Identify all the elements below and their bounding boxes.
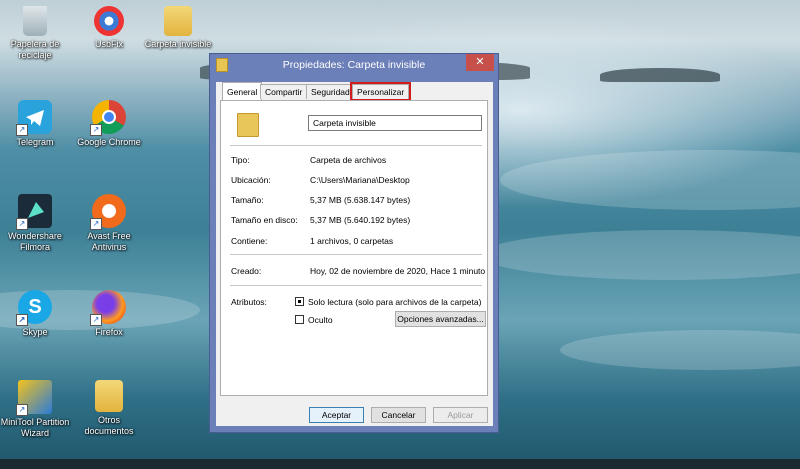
desktop-icon-minitool[interactable]: ↗ MiniTool Partition Wizard (0, 380, 70, 439)
folder-icon (164, 6, 192, 36)
advanced-options-button[interactable]: Opciones avanzadas... (395, 311, 486, 327)
folder-name-input[interactable]: Carpeta invisible (308, 115, 482, 131)
desktop-icon-label: Avast Free Antivirus (87, 231, 131, 252)
wallpaper-rocks (600, 68, 720, 82)
shortcut-arrow-icon: ↗ (16, 404, 28, 416)
tab-seguridad[interactable]: Seguridad (306, 84, 355, 99)
dialog-titlebar[interactable]: Propiedades: Carpeta invisible ✕ (210, 54, 498, 76)
dialog-body: General Compartir Seguridad Personalizar… (216, 82, 493, 426)
tab-compartir[interactable]: Compartir (260, 84, 308, 99)
size-on-disk-label: Tamaño en disco: (231, 215, 298, 225)
desktop-icon-telegram[interactable]: ↗ Telegram (0, 100, 70, 148)
shortcut-arrow-icon: ↗ (16, 314, 28, 326)
divider (230, 145, 482, 146)
desktop-icon-label: Skype (22, 327, 48, 337)
telegram-icon: ↗ (16, 100, 52, 136)
desktop-icon-skype[interactable]: S ↗ Skype (0, 290, 70, 338)
desktop-icon-label: Carpeta invisible (144, 39, 212, 49)
created-value: Hoy, 02 de noviembre de 2020, Hace 1 min… (310, 266, 486, 276)
desktop-icon-otros-documentos[interactable]: Otros documentos (74, 380, 144, 437)
cancel-button[interactable]: Cancelar (371, 407, 426, 423)
type-value: Carpeta de archivos (310, 155, 387, 165)
readonly-label: Solo lectura (solo para archivos de la c… (308, 297, 482, 307)
divider (230, 285, 482, 286)
shortcut-arrow-icon: ↗ (90, 124, 102, 136)
size-label: Tamaño: (231, 195, 264, 205)
size-on-disk-value: 5,37 MB (5.640.192 bytes) (310, 215, 411, 225)
hidden-label: Oculto (308, 315, 333, 325)
properties-dialog: Propiedades: Carpeta invisible ✕ General… (209, 53, 499, 433)
created-label: Creado: (231, 266, 262, 276)
wallpaper-wave (560, 330, 800, 370)
desktop-icon-label: Firefox (95, 327, 123, 337)
shortcut-arrow-icon: ↗ (90, 218, 102, 230)
desktop-icon-usbfix[interactable]: UsbFix (74, 6, 144, 50)
desktop-icon-label: Google Chrome (77, 137, 141, 147)
accept-button[interactable]: Aceptar (309, 407, 364, 423)
skype-icon: S ↗ (16, 290, 52, 326)
folder-icon (237, 113, 259, 137)
desktop-icon-avast[interactable]: ↗ Avast Free Antivirus (74, 194, 144, 253)
desktop-icon-label: Otros documentos (84, 415, 134, 436)
wallpaper-wave (500, 150, 800, 210)
desktop-icon-label: Telegram (16, 137, 54, 147)
location-value: C:\Users\Mariana\Desktop (310, 175, 410, 185)
close-button[interactable]: ✕ (466, 54, 494, 71)
shortcut-arrow-icon: ↗ (16, 218, 28, 230)
shortcut-arrow-icon: ↗ (16, 124, 28, 136)
attributes-label: Atributos: (231, 297, 267, 307)
taskbar-edge (0, 459, 800, 469)
apply-button[interactable]: Aplicar (433, 407, 488, 423)
size-value: 5,37 MB (5.638.147 bytes) (310, 195, 411, 205)
filmora-icon: ↗ (16, 194, 52, 230)
contains-value: 1 archivos, 0 carpetas (310, 236, 394, 246)
type-label: Tipo: (231, 155, 250, 165)
readonly-checkbox[interactable] (295, 297, 304, 306)
tab-personalizar[interactable]: Personalizar (349, 82, 412, 101)
recycle-bin-icon (23, 6, 47, 36)
chrome-center-icon (102, 110, 116, 124)
desktop-icon-label: Papelera de reciclaje (10, 39, 60, 60)
location-label: Ubicación: (231, 175, 271, 185)
desktop-icon-label: UsbFix (94, 39, 123, 49)
desktop-icon-recycle-bin[interactable]: Papelera de reciclaje (0, 6, 70, 61)
desktop-icon-chrome[interactable]: ↗ Google Chrome (74, 100, 144, 148)
dialog-title: Propiedades: Carpeta invisible (282, 59, 426, 71)
desktop-icon-label: Wondershare Filmora (8, 231, 62, 252)
desktop-icon-filmora[interactable]: ↗ Wondershare Filmora (0, 194, 70, 253)
avast-icon: ↗ (90, 194, 126, 230)
hidden-checkbox[interactable] (295, 315, 304, 324)
tab-general[interactable]: General (222, 82, 263, 100)
usbfix-icon (94, 6, 124, 36)
general-panel: Carpeta invisible Tipo: Carpeta de archi… (220, 100, 488, 396)
desktop-icon-carpeta-invisible[interactable]: Carpeta invisible (143, 6, 213, 50)
firefox-icon: ↗ (90, 290, 126, 326)
minitool-icon: ↗ (16, 380, 52, 416)
shortcut-arrow-icon: ↗ (90, 314, 102, 326)
folder-icon (95, 380, 123, 412)
contains-label: Contiene: (231, 236, 268, 246)
desktop-icon-label: MiniTool Partition Wizard (0, 417, 70, 438)
desktop-icon-firefox[interactable]: ↗ Firefox (74, 290, 144, 338)
divider (230, 254, 482, 255)
chrome-icon: ↗ (90, 100, 126, 136)
wallpaper-wave (480, 230, 800, 280)
